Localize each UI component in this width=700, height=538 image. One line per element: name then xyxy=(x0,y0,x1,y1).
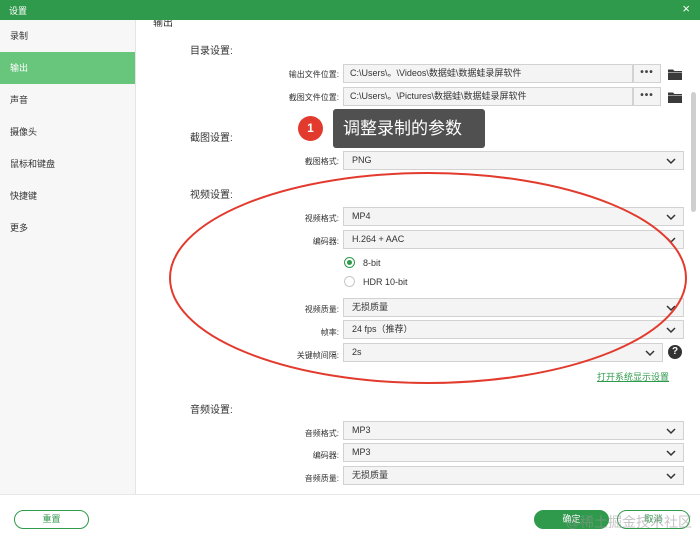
browse-screenshot-button[interactable]: ••• xyxy=(633,87,661,106)
fps-value: 24 fps（推荐） xyxy=(352,324,413,334)
reset-button[interactable]: 重置 xyxy=(14,510,89,529)
chevron-down-icon xyxy=(666,473,676,480)
dir-heading: 目录设置: xyxy=(190,46,233,57)
open-display-settings-link[interactable]: 打开系统显示设置 xyxy=(597,370,669,383)
chevron-down-icon xyxy=(666,214,676,221)
bitdepth-hdr-radio[interactable] xyxy=(344,276,355,287)
folder-icon[interactable] xyxy=(668,91,682,103)
screenshot-path-label: 截图文件位置: xyxy=(288,93,339,102)
screenshot-heading: 截图设置: xyxy=(190,133,233,144)
audio-encoder-select[interactable]: MP3 xyxy=(343,443,684,462)
sidebar-item-output[interactable]: 输出 xyxy=(0,52,135,84)
sidebar-item-mouse-keyboard[interactable]: 鼠标和键盘 xyxy=(0,148,135,180)
chevron-down-icon xyxy=(666,428,676,435)
screenshot-format-select[interactable]: PNG xyxy=(343,151,684,170)
sidebar: 录制 输出 声音 摄像头 鼠标和键盘 快捷键 更多 xyxy=(0,20,136,494)
sidebar-item-more[interactable]: 更多 xyxy=(0,212,135,244)
audio-format-label: 音频格式: xyxy=(304,429,339,438)
help-icon[interactable]: ? xyxy=(668,345,682,359)
output-path-label: 输出文件位置: xyxy=(288,70,339,79)
sidebar-item-camera[interactable]: 摄像头 xyxy=(0,116,135,148)
keyframe-interval-select[interactable]: 2s xyxy=(343,343,663,362)
video-quality-value: 无损质量 xyxy=(352,302,389,312)
video-heading: 视频设置: xyxy=(190,190,233,201)
bitdepth-8bit-label: 8-bit xyxy=(363,258,381,268)
video-format-label: 视频格式: xyxy=(304,214,339,223)
video-encoder-value: H.264 + AAC xyxy=(352,234,405,244)
step-badge: 1 xyxy=(298,116,323,141)
sidebar-item-record[interactable]: 录制 xyxy=(0,20,135,52)
video-encoder-select[interactable]: H.264 + AAC xyxy=(343,230,684,249)
chevron-down-icon xyxy=(666,305,676,312)
video-encoder-label: 编码器: xyxy=(312,237,339,246)
annotation-tooltip: 调整录制的参数 xyxy=(333,109,485,148)
output-path-field[interactable]: C:\Users\。\Videos\数据蛙\数据蛙录屏软件 xyxy=(343,64,633,83)
scrollbar-thumb[interactable] xyxy=(691,92,696,212)
chevron-down-icon xyxy=(645,350,655,357)
settings-panel: 输出 目录设置: 输出文件位置: C:\Users\。\Videos\数据蛙\数… xyxy=(137,20,700,494)
video-quality-label: 视频质量: xyxy=(304,305,339,314)
video-format-value: MP4 xyxy=(352,211,371,221)
video-quality-select[interactable]: 无损质量 xyxy=(343,298,684,317)
audio-quality-select[interactable]: 无损质量 xyxy=(343,466,684,485)
audio-quality-label: 音频质量: xyxy=(304,474,339,483)
title-bar: 设置 × xyxy=(0,0,700,20)
screenshot-path-field[interactable]: C:\Users\。\Pictures\数据蛙\数据蛙录屏软件 xyxy=(343,87,633,106)
audio-heading: 音频设置: xyxy=(190,405,233,416)
scrollbar[interactable] xyxy=(691,32,696,472)
close-icon[interactable]: × xyxy=(682,2,690,16)
audio-encoder-value: MP3 xyxy=(352,447,371,457)
chevron-down-icon xyxy=(666,237,676,244)
window-title: 设置 xyxy=(9,6,28,16)
fps-label: 帧率: xyxy=(320,328,339,337)
chevron-down-icon xyxy=(666,158,676,165)
screenshot-format-label: 截图格式: xyxy=(304,157,339,166)
folder-icon[interactable] xyxy=(668,68,682,80)
bitdepth-8bit-radio[interactable] xyxy=(344,257,355,268)
chevron-down-icon xyxy=(666,327,676,334)
audio-format-value: MP3 xyxy=(352,425,371,435)
screenshot-format-value: PNG xyxy=(352,155,372,165)
keyframe-interval-label: 关键帧间隔: xyxy=(296,351,339,360)
sidebar-item-hotkeys[interactable]: 快捷键 xyxy=(0,180,135,212)
browse-output-button[interactable]: ••• xyxy=(633,64,661,83)
video-format-select[interactable]: MP4 xyxy=(343,207,684,226)
chevron-down-icon xyxy=(666,450,676,457)
fps-select[interactable]: 24 fps（推荐） xyxy=(343,320,684,339)
keyframe-interval-value: 2s xyxy=(352,347,362,357)
bitdepth-hdr-label: HDR 10-bit xyxy=(363,277,408,287)
watermark: @稀土掘金技术社区 xyxy=(565,514,692,530)
output-heading-cut: 输出 xyxy=(153,20,173,29)
audio-quality-value: 无损质量 xyxy=(352,470,389,480)
audio-format-select[interactable]: MP3 xyxy=(343,421,684,440)
sidebar-item-sound[interactable]: 声音 xyxy=(0,84,135,116)
audio-encoder-label: 编码器: xyxy=(312,451,339,460)
